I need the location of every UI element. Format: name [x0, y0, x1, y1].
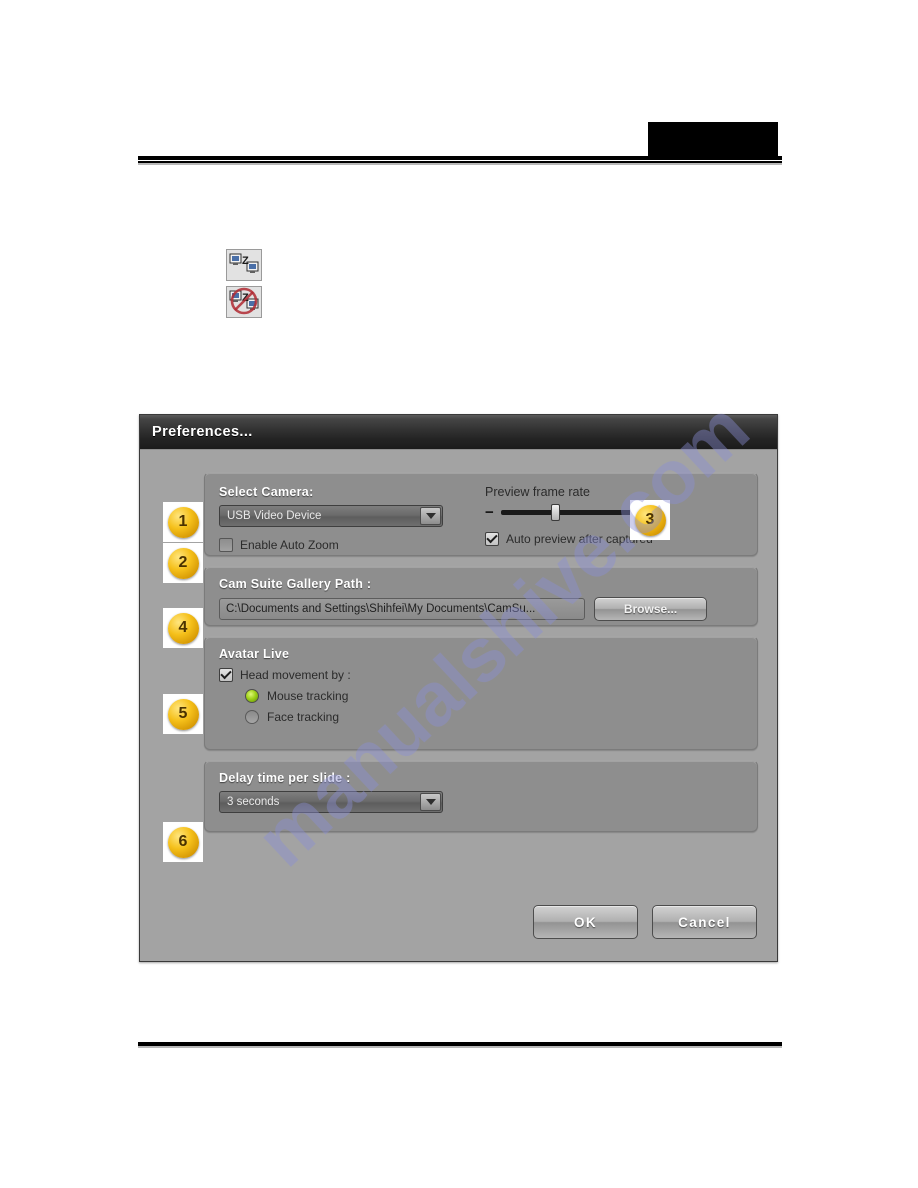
footer-rule [138, 1042, 782, 1048]
select-camera-panel: Select Camera: USB Video Device Enable A… [204, 472, 758, 556]
preview-frame-rate-label: Preview frame rate [485, 485, 590, 499]
radio-face-tracking-label: Face tracking [267, 710, 340, 724]
callout-badge-6: 6 [163, 822, 203, 862]
cancel-button[interactable]: Cancel [652, 905, 757, 939]
gallery-path-panel: Cam Suite Gallery Path : C:\Documents an… [204, 566, 758, 626]
callout-badge-2: 2 [163, 543, 203, 583]
select-camera-label: Select Camera: [219, 485, 314, 499]
svg-text:Z: Z [242, 255, 249, 267]
radio-face-tracking[interactable]: Face tracking [245, 710, 743, 724]
callout-badge-5-number: 5 [167, 698, 199, 730]
header-rule [138, 156, 782, 165]
callout-badge-5: 5 [163, 694, 203, 734]
enable-auto-zoom-label: Enable Auto Zoom [240, 538, 339, 552]
avatar-live-panel: Avatar Live Head movement by : Mouse tra… [204, 636, 758, 750]
slider-minus-icon[interactable]: − [485, 505, 494, 520]
redaction-box [648, 122, 778, 158]
camera-select-value: USB Video Device [227, 510, 322, 522]
chevron-down-icon[interactable] [420, 507, 441, 525]
callout-badge-3-number: 3 [634, 504, 666, 536]
radio-mouse-tracking[interactable]: Mouse tracking [245, 689, 743, 703]
callout-badge-1: 1 [163, 502, 203, 542]
network-zoom-disabled-icon[interactable]: Z [226, 286, 262, 318]
dialog-title: Preferences... [152, 424, 253, 440]
ok-button[interactable]: OK [533, 905, 638, 939]
camera-select[interactable]: USB Video Device [219, 505, 443, 527]
radio-mouse-tracking-indicator[interactable] [245, 689, 259, 703]
auto-preview-checkbox[interactable] [485, 532, 499, 546]
avatar-live-label: Avatar Live [219, 647, 290, 661]
radio-face-tracking-indicator[interactable] [245, 710, 259, 724]
dialog-body: Select Camera: USB Video Device Enable A… [140, 450, 777, 962]
callout-badge-2-number: 2 [167, 547, 199, 579]
slider-track[interactable] [500, 503, 645, 521]
chevron-down-icon[interactable] [420, 793, 441, 811]
head-movement-label: Head movement by : [240, 668, 351, 682]
callout-badge-6-number: 6 [167, 826, 199, 858]
gallery-path-input[interactable]: C:\Documents and Settings\Shihfei\My Doc… [219, 598, 585, 620]
callout-badge-4-number: 4 [167, 612, 199, 644]
preferences-dialog: Preferences... Select Camera: USB Video … [139, 414, 778, 962]
gallery-path-label: Cam Suite Gallery Path : [219, 577, 372, 591]
head-movement-checkbox[interactable] [219, 668, 233, 682]
dialog-footer: OK Cancel [533, 905, 757, 939]
callout-badge-3: 3 [630, 500, 670, 540]
network-zoom-icon[interactable]: Z [226, 249, 262, 281]
dialog-titlebar: Preferences... [140, 415, 777, 450]
browse-button[interactable]: Browse... [594, 597, 707, 621]
delay-time-panel: Delay time per slide : 3 seconds [204, 760, 758, 832]
delay-time-value: 3 seconds [227, 796, 280, 808]
radio-mouse-tracking-label: Mouse tracking [267, 689, 349, 703]
callout-badge-4: 4 [163, 608, 203, 648]
delay-time-label: Delay time per slide : [219, 771, 351, 785]
slider-thumb[interactable] [551, 503, 561, 521]
enable-auto-zoom-checkbox[interactable] [219, 538, 233, 552]
callout-badge-1-number: 1 [167, 506, 199, 538]
delay-time-select[interactable]: 3 seconds [219, 791, 443, 813]
